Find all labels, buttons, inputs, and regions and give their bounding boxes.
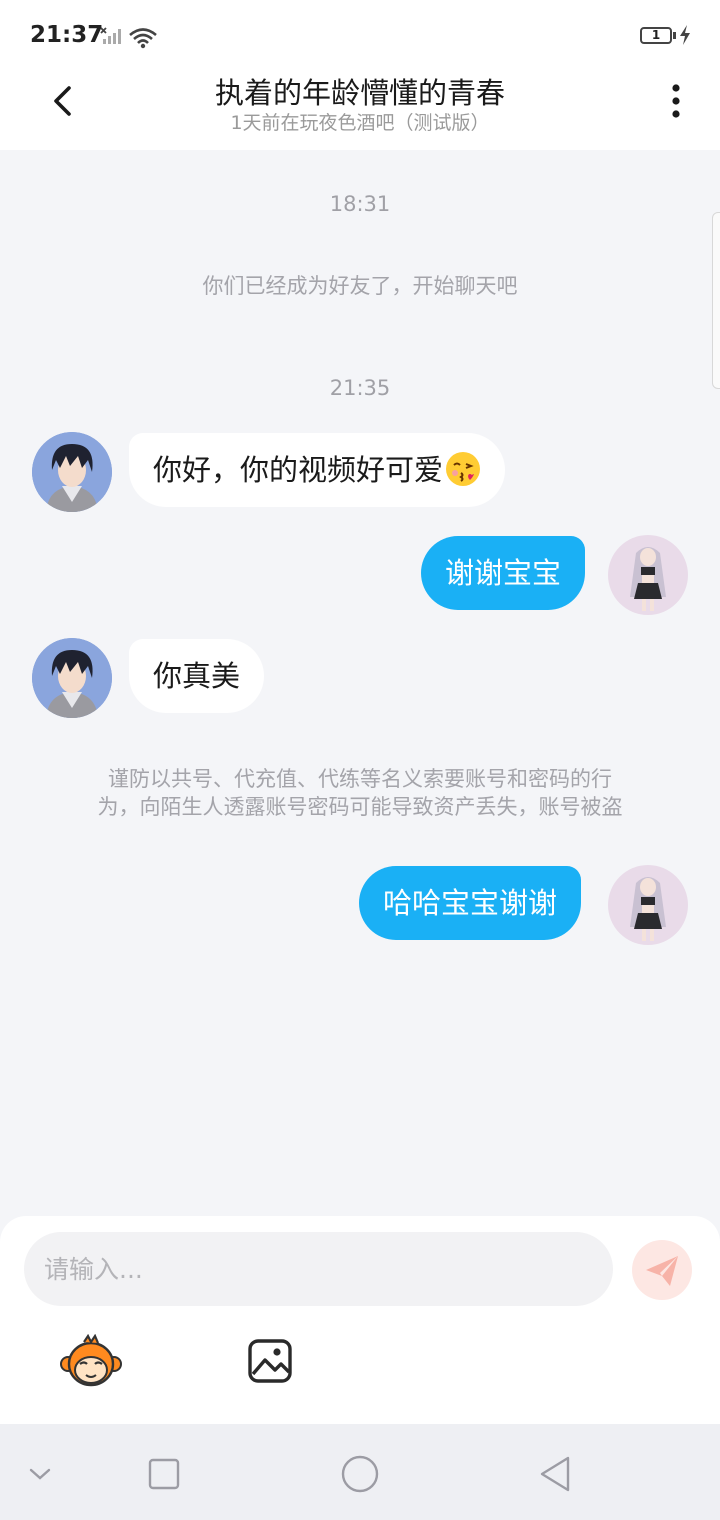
more-options-button[interactable] bbox=[658, 80, 694, 126]
chevron-down-icon bbox=[29, 1468, 51, 1480]
message-bubble-outgoing[interactable]: 哈哈宝宝谢谢 bbox=[359, 866, 582, 940]
contact-avatar-image bbox=[32, 638, 112, 718]
message-text: 谢谢宝宝 bbox=[445, 556, 562, 590]
contact-avatar-image bbox=[32, 432, 112, 512]
nav-recents-button[interactable] bbox=[142, 1452, 186, 1496]
kissing-face-emoji-icon bbox=[446, 452, 481, 486]
wifi-icon bbox=[129, 28, 157, 49]
my-avatar-image bbox=[608, 865, 688, 945]
system-message-friend-added: 你们已经成为好友了，开始聊天吧 bbox=[202, 274, 518, 298]
status-time: 21:37 bbox=[30, 22, 104, 48]
message-bubble-outgoing[interactable]: 谢谢宝宝 bbox=[421, 536, 586, 610]
battery-cap bbox=[673, 32, 676, 39]
my-avatar[interactable] bbox=[608, 535, 688, 615]
triangle-back-icon bbox=[540, 1456, 570, 1492]
battery-level: 1 bbox=[651, 28, 661, 42]
timestamp: 18:31 bbox=[329, 192, 391, 216]
signal-icon bbox=[100, 27, 121, 44]
monkey-mascot-icon bbox=[60, 1333, 122, 1387]
message-text: 哈哈宝宝谢谢 bbox=[383, 886, 558, 920]
image-icon bbox=[248, 1339, 292, 1383]
circle-icon bbox=[341, 1455, 379, 1493]
send-button[interactable] bbox=[632, 1240, 692, 1300]
input-panel bbox=[0, 1216, 720, 1424]
message-text: 你真美 bbox=[153, 659, 241, 693]
security-warning-line: 谨防以共号、代充值、代练等名义索要账号和密码的行 bbox=[108, 767, 612, 791]
back-button[interactable] bbox=[40, 78, 86, 124]
send-icon bbox=[646, 1256, 678, 1286]
chat-header: 执着的年龄懵懂的青春 1天前在玩夜色酒吧（测试版） bbox=[0, 70, 720, 150]
battery-icon: 1 bbox=[640, 27, 672, 44]
my-avatar[interactable] bbox=[608, 865, 688, 945]
status-bar: 21:37 1 bbox=[0, 0, 720, 70]
chevron-left-icon bbox=[54, 86, 71, 116]
system-navigation-bar bbox=[0, 1424, 720, 1520]
message-bubble-incoming[interactable]: 你真美 bbox=[129, 639, 265, 713]
more-vertical-icon bbox=[672, 84, 680, 118]
security-warning-line: 为，向陌生人透露账号密码可能导致资产丢失，账号被盗 bbox=[97, 795, 623, 819]
contact-avatar[interactable] bbox=[32, 638, 112, 718]
scroll-indicator[interactable] bbox=[712, 212, 720, 389]
nav-collapse-button[interactable] bbox=[18, 1452, 62, 1496]
message-input[interactable] bbox=[24, 1232, 613, 1306]
page-title: 执着的年龄懵懂的青春 bbox=[214, 76, 505, 110]
message-text: 你好，你的视频好可爱 bbox=[153, 453, 444, 487]
security-warning: 谨防以共号、代充值、代练等名义索要账号和密码的行 为，向陌生人透露账号密码可能导… bbox=[40, 765, 680, 821]
nav-back-button[interactable] bbox=[534, 1452, 578, 1496]
contact-avatar[interactable] bbox=[32, 432, 112, 512]
message-bubble-incoming[interactable]: 你好，你的视频好可爱 bbox=[129, 433, 506, 507]
sticker-button[interactable] bbox=[60, 1333, 122, 1390]
image-picker-button[interactable] bbox=[245, 1336, 295, 1386]
presence-status: 1天前在玩夜色酒吧（测试版） bbox=[230, 112, 490, 134]
square-icon bbox=[148, 1458, 180, 1490]
nav-home-button[interactable] bbox=[338, 1452, 382, 1496]
my-avatar-image bbox=[608, 535, 688, 615]
charging-bolt-icon bbox=[680, 25, 690, 45]
timestamp: 21:35 bbox=[329, 376, 391, 400]
